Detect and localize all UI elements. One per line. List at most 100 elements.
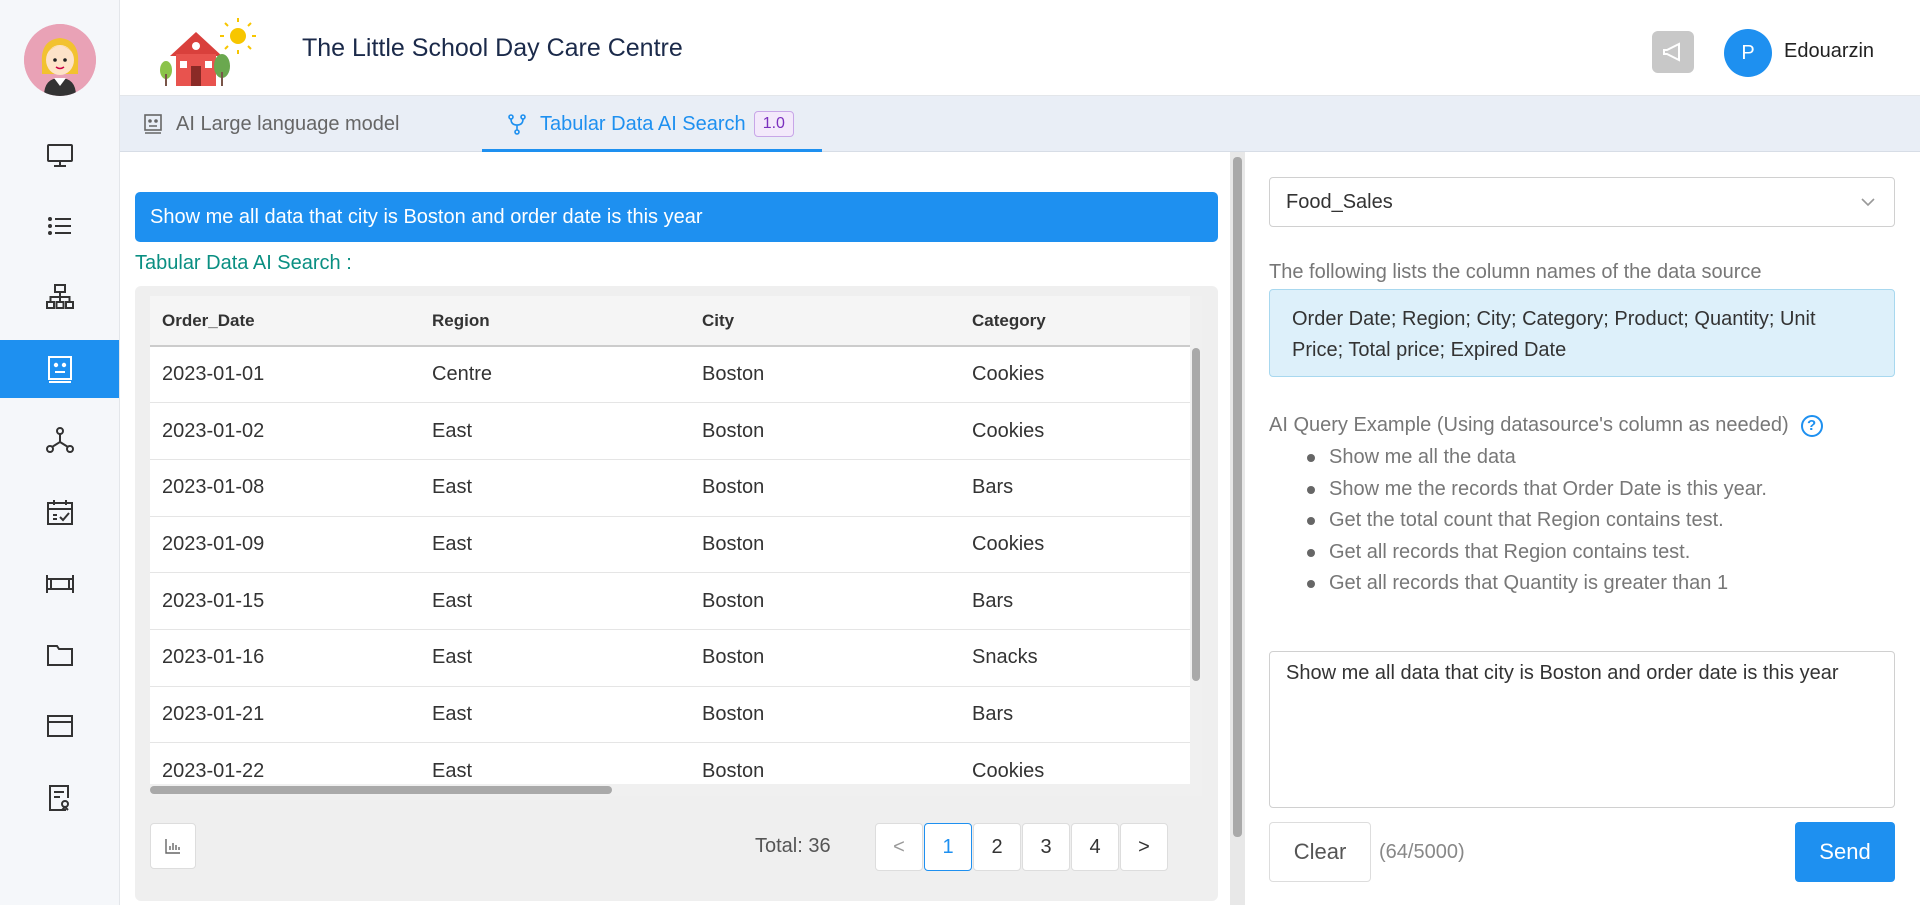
table-cell: Bars [960, 459, 1190, 517]
org-chart-icon [45, 284, 74, 309]
sidebar [0, 0, 120, 905]
table-cell: Cookies [960, 402, 1190, 460]
page-3-button[interactable]: 3 [1022, 823, 1070, 871]
user-avatar[interactable]: P [1724, 29, 1772, 77]
query-input[interactable]: Show me all data that city is Boston and… [1269, 651, 1895, 808]
sidebar-item-ai[interactable] [0, 340, 119, 398]
version-badge: 1.0 [753, 111, 794, 137]
report-icon [48, 785, 69, 811]
example-item[interactable]: Show me the records that Order Date is t… [1305, 474, 1767, 506]
column-header[interactable]: City [690, 296, 960, 347]
chevron-down-icon [1861, 198, 1875, 207]
result-label: Tabular Data AI Search : [135, 252, 352, 274]
example-item[interactable]: Get the total count that Region contains… [1305, 505, 1767, 537]
examples-list: Show me all the data Show me the records… [1305, 442, 1767, 600]
results-panel: Show me all data that city is Boston and… [120, 152, 1230, 905]
user-name[interactable]: Edouarzin [1784, 40, 1874, 63]
sidebar-item-list[interactable] [0, 197, 119, 255]
columns-list: Order Date; Region; City; Category; Prod… [1269, 289, 1895, 377]
table-cell: Cookies [960, 516, 1190, 574]
card-icon [46, 715, 73, 737]
table-vertical-scrollbar[interactable] [1190, 296, 1202, 796]
column-header[interactable]: Order_Date [150, 296, 420, 347]
sidebar-item-schedule[interactable] [0, 483, 119, 541]
total-count: Total: 36 [755, 835, 831, 857]
table-cell: Snacks [960, 629, 1190, 687]
examples-label: AI Query Example (Using datasource's col… [1269, 414, 1823, 437]
chevron-right-icon: > [1138, 835, 1150, 858]
table-row[interactable]: 2023-01-16 East Boston Snacks [150, 629, 1190, 687]
tab-tabular-search[interactable]: Tabular Data AI Search 1.0 [506, 96, 794, 152]
datasource-select[interactable]: Food_Sales [1269, 177, 1895, 227]
datasource-value: Food_Sales [1286, 190, 1393, 213]
tab-tabular-search-label: Tabular Data AI Search [540, 112, 746, 135]
table-cell: East [420, 459, 690, 517]
app-root: The Little School Day Care Centre P Edou… [0, 0, 1920, 905]
table-row[interactable]: 2023-01-08 East Boston Bars [150, 459, 1190, 517]
sidebar-item-org[interactable] [0, 268, 119, 326]
tab-bar: AI Large language model Tabular Data AI … [120, 96, 1920, 152]
chevron-left-icon: < [893, 835, 905, 858]
table-cell: Boston [690, 686, 960, 744]
table-row[interactable]: 2023-01-15 East Boston Bars [150, 572, 1190, 630]
tab-llm[interactable]: AI Large language model [142, 96, 400, 152]
list-icon [47, 217, 71, 235]
table-cell: 2023-01-09 [150, 516, 420, 574]
branch-icon [508, 114, 526, 135]
sidebar-item-files[interactable] [0, 626, 119, 684]
example-item[interactable]: Get all records that Quantity is greater… [1305, 568, 1767, 600]
page-4-button[interactable]: 4 [1071, 823, 1119, 871]
table-cell: 2023-01-16 [150, 629, 420, 687]
sidebar-item-billing[interactable] [0, 697, 119, 755]
bed-icon [45, 575, 74, 593]
network-icon [45, 427, 74, 453]
query-panel: Food_Sales The following lists the colum… [1245, 152, 1920, 905]
bar-chart-icon [165, 839, 180, 854]
avatar[interactable] [24, 24, 96, 96]
table-row[interactable]: 2023-01-02 East Boston Cookies [150, 402, 1190, 460]
page-2-button[interactable]: 2 [973, 823, 1021, 871]
table-cell: 2023-01-02 [150, 402, 420, 460]
example-item[interactable]: Get all records that Region contains tes… [1305, 537, 1767, 569]
sidebar-item-dashboard[interactable] [0, 126, 119, 184]
table-cell: East [420, 686, 690, 744]
table-cell: 2023-01-01 [150, 346, 420, 404]
example-item[interactable]: Show me all the data [1305, 442, 1767, 474]
table-cell: 2023-01-15 [150, 572, 420, 630]
app-header: The Little School Day Care Centre P Edou… [120, 0, 1920, 96]
school-logo [158, 16, 258, 90]
panel-scrollbar[interactable] [1230, 152, 1245, 905]
result-container: Order_Date Region City Category 2023-01-… [135, 286, 1218, 901]
clear-button[interactable]: Clear [1269, 822, 1371, 882]
prev-page-button[interactable]: < [875, 823, 923, 871]
help-icon[interactable]: ? [1800, 414, 1823, 437]
table-cell: 2023-01-21 [150, 686, 420, 744]
table-horizontal-scrollbar[interactable] [150, 784, 1202, 796]
chart-toggle-button[interactable] [150, 823, 196, 869]
next-page-button[interactable]: > [1120, 823, 1168, 871]
sidebar-item-network[interactable] [0, 411, 119, 469]
announcement-button[interactable] [1652, 31, 1694, 73]
robot-face-icon [144, 114, 162, 134]
megaphone-icon [1663, 42, 1680, 62]
sidebar-item-rooms[interactable] [0, 554, 119, 612]
table-row[interactable]: 2023-01-21 East Boston Bars [150, 686, 1190, 744]
sidebar-item-reports[interactable] [0, 769, 119, 827]
data-table: Order_Date Region City Category 2023-01-… [150, 296, 1202, 796]
columns-label: The following lists the column names of … [1269, 261, 1762, 283]
table-row[interactable]: 2023-01-01 Centre Boston Cookies [150, 346, 1190, 404]
user-query-message: Show me all data that city is Boston and… [135, 192, 1218, 242]
table-cell: Boston [690, 516, 960, 574]
page-1-button[interactable]: 1 [924, 823, 972, 871]
tab-llm-label: AI Large language model [176, 112, 400, 135]
send-button[interactable]: Send [1795, 822, 1895, 882]
table-header-row: Order_Date Region City Category [150, 296, 1190, 347]
char-counter: (64/5000) [1379, 841, 1465, 863]
column-header[interactable]: Category [960, 296, 1190, 347]
table-cell: 2023-01-08 [150, 459, 420, 517]
column-header[interactable]: Region [420, 296, 690, 347]
table-cell: Cookies [960, 346, 1190, 404]
table-row[interactable]: 2023-01-09 East Boston Cookies [150, 516, 1190, 574]
table-cell: Boston [690, 346, 960, 404]
table-cell: Boston [690, 459, 960, 517]
